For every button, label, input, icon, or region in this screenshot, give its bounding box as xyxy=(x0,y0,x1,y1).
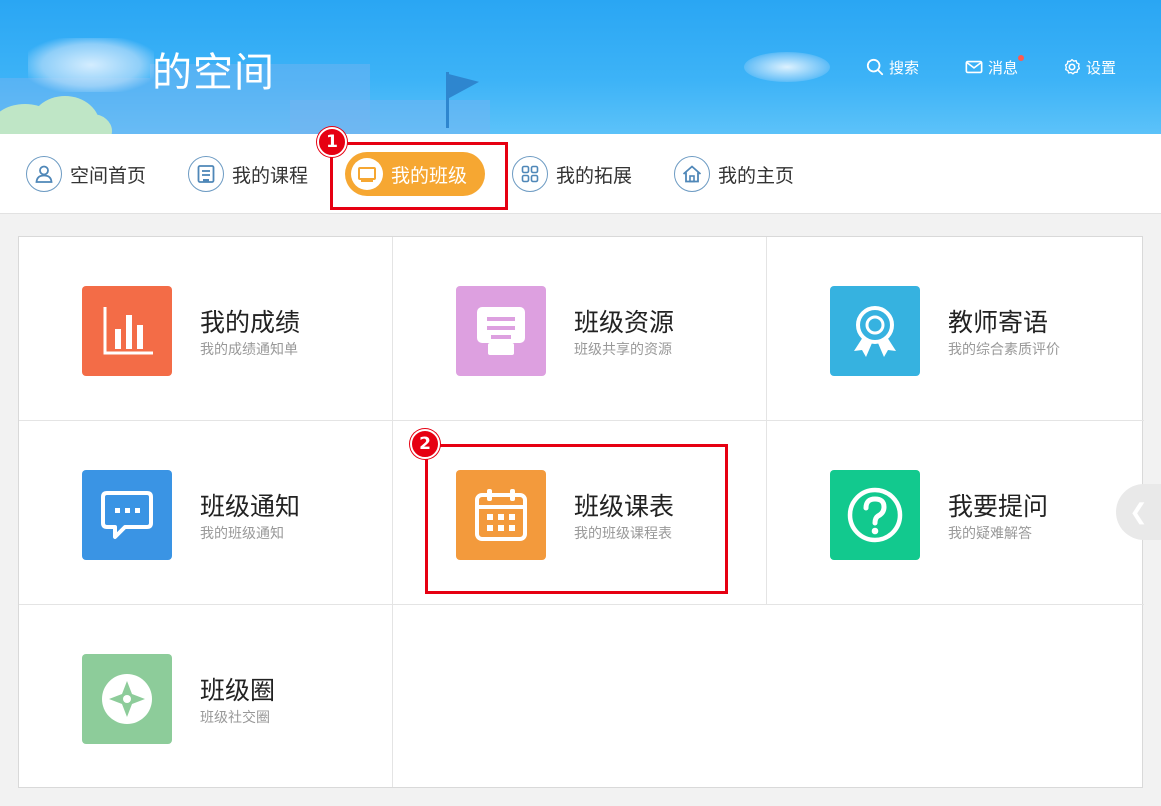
card-tile xyxy=(830,286,920,376)
document-icon xyxy=(477,307,525,355)
question-icon xyxy=(847,487,903,543)
card-title: 班级资源 xyxy=(574,308,675,337)
card-desc: 班级共享的资源 xyxy=(574,342,672,358)
card-title: 教师寄语 xyxy=(948,308,1049,337)
chevron-left-icon: ❮ xyxy=(1129,499,1148,525)
highlight-box-schedule xyxy=(425,444,728,594)
nav-item-my-courses[interactable]: 我的课程 xyxy=(188,156,308,192)
card-teacher-message[interactable]: 教师寄语 我的综合素质评价 xyxy=(767,237,1144,421)
card-title: 我要提问 xyxy=(948,492,1049,521)
award-icon xyxy=(854,306,896,357)
card-desc: 我的疑难解答 xyxy=(948,526,1032,542)
nav-label: 我的主页 xyxy=(718,164,795,187)
card-title: 班级通知 xyxy=(200,492,301,521)
gear-icon xyxy=(1064,58,1081,75)
card-title: 班级圈 xyxy=(200,676,276,705)
card-desc: 我的班级通知 xyxy=(200,526,284,542)
card-title: 我的成绩 xyxy=(200,308,301,337)
compass-icon xyxy=(102,674,152,724)
bar-chart-icon xyxy=(103,307,153,355)
blurred-user-avatar[interactable] xyxy=(744,52,830,82)
settings-label: 设置 xyxy=(1086,58,1117,77)
nav-item-my-extension[interactable]: 我的拓展 xyxy=(512,156,632,192)
search-link[interactable]: 搜索 xyxy=(866,56,919,78)
card-tile xyxy=(830,470,920,560)
message-icon xyxy=(101,491,153,539)
space-title: 的空间 xyxy=(152,50,275,96)
card-ask-question[interactable]: 我要提问 我的疑难解答 xyxy=(767,421,1144,605)
unread-dot xyxy=(1018,54,1025,61)
flag-icon xyxy=(449,69,479,99)
card-tile xyxy=(82,286,172,376)
card-tile xyxy=(82,654,172,744)
card-tile xyxy=(82,470,172,560)
nav-item-space-home[interactable]: 空间首页 xyxy=(26,156,146,192)
highlight-box-nav xyxy=(330,142,508,210)
card-desc: 班级社交圈 xyxy=(200,710,270,726)
nav-label: 我的拓展 xyxy=(556,164,633,187)
home-icon xyxy=(674,156,710,192)
message-label-wrap: 消息 xyxy=(988,54,1025,78)
settings-link[interactable]: 设置 xyxy=(1063,56,1116,78)
search-label: 搜索 xyxy=(889,58,920,77)
card-desc: 我的综合素质评价 xyxy=(948,342,1060,358)
nav-item-my-homepage[interactable]: 我的主页 xyxy=(674,156,794,192)
nav-label: 我的课程 xyxy=(232,164,309,187)
card-my-grades[interactable]: 我的成绩 我的成绩通知单 xyxy=(19,237,393,421)
blurred-username xyxy=(28,38,154,92)
mail-icon xyxy=(965,60,983,74)
nav-label: 空间首页 xyxy=(70,164,147,187)
message-label: 消息 xyxy=(988,58,1019,77)
user-icon xyxy=(26,156,62,192)
step-badge-2: 2 xyxy=(410,429,440,459)
card-class-notice[interactable]: 班级通知 我的班级通知 xyxy=(19,421,393,605)
card-desc: 我的成绩通知单 xyxy=(200,342,298,358)
step-badge-1: 1 xyxy=(317,127,347,157)
card-class-circle[interactable]: 班级圈 班级社交圈 xyxy=(19,605,393,787)
course-icon xyxy=(188,156,224,192)
grid-icon xyxy=(512,156,548,192)
card-tile xyxy=(456,286,546,376)
message-link[interactable]: 消息 xyxy=(965,54,1025,78)
header-banner: 的空间 搜索 消息 设置 xyxy=(0,0,1161,134)
search-icon xyxy=(866,58,884,76)
card-class-resources[interactable]: 班级资源 班级共享的资源 xyxy=(393,237,767,421)
main-nav: 空间首页 我的课程 我的班级 我的拓展 我的主页 xyxy=(0,134,1161,214)
